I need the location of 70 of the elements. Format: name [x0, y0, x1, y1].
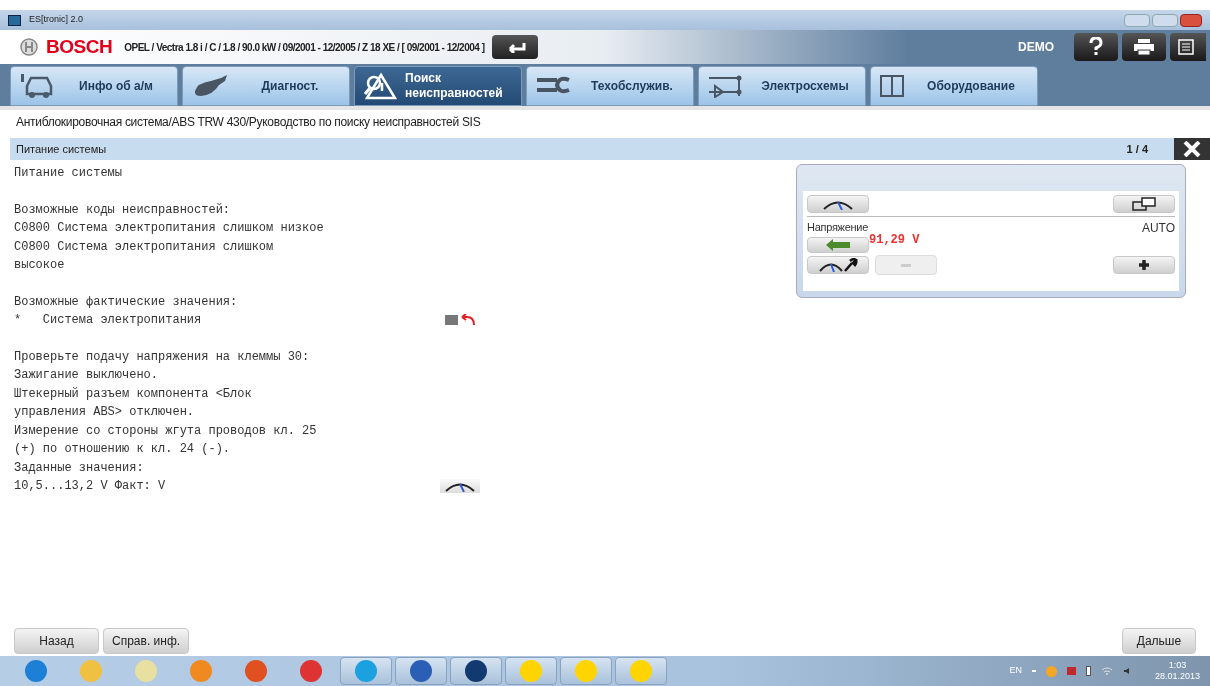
- window-title: ES[tronic] 2.0: [29, 13, 84, 27]
- instruction-text: Зажигание выключено.: [14, 367, 159, 384]
- next-button[interactable]: Дальше: [1122, 628, 1196, 654]
- instruction-text: Измерение со стороны жгута проводов кл. 25: [14, 422, 317, 440]
- app-icon: [8, 14, 21, 26]
- close-icon: [1183, 141, 1201, 157]
- minus-icon: [901, 263, 911, 267]
- nav-tab[interactable]: Диагност.: [182, 66, 350, 106]
- instruction-text: Проверьте подачу напряжения на клеммы 30:: [14, 348, 310, 366]
- nav-tab[interactable]: Инфо об а/м: [10, 66, 178, 106]
- instruction-text: Возможные фактические значения:: [14, 293, 238, 311]
- mode-label: AUTO: [1141, 220, 1175, 237]
- help-icon: [1089, 37, 1103, 57]
- warning-search-icon: [363, 72, 397, 100]
- taskbar-app-button[interactable]: [450, 657, 502, 685]
- gauge-button[interactable]: [807, 195, 869, 213]
- measurement-label: Напряжение: [807, 220, 869, 235]
- edit-undo-icon: [443, 314, 477, 327]
- footer-button[interactable]: Справ. инф.: [103, 628, 190, 654]
- wifi-icon: [1100, 667, 1113, 675]
- brand-name: BOSCH: [46, 34, 113, 59]
- nav-tab[interactable]: Техобслужив.: [526, 66, 694, 106]
- instruction-text: * Система электропитания: [14, 312, 202, 329]
- list-icon: [1178, 39, 1196, 55]
- taskbar-app-button[interactable]: [395, 657, 447, 685]
- speaker-icon: [1122, 667, 1131, 675]
- plus-button[interactable]: [1113, 256, 1175, 274]
- clock-date: 28.01.2013: [1154, 671, 1200, 682]
- battery-icon: [1085, 666, 1091, 676]
- measure-button[interactable]: [440, 479, 480, 494]
- language-indicator: EN: [1009, 664, 1022, 678]
- print-button[interactable]: [1122, 33, 1166, 61]
- help-button[interactable]: [1074, 33, 1118, 61]
- breadcrumb-path: Антиблокировочная система/ABS TRW 430/Руководство по поиску неисправностей SIS: [16, 114, 481, 131]
- plus-icon: [1138, 259, 1150, 271]
- left-arrow-icon: [825, 239, 851, 251]
- instruction-text: C0800 Система электропитания слишком: [14, 238, 274, 256]
- instruction-text: Питание системы: [14, 165, 123, 182]
- back-button[interactable]: [807, 237, 869, 253]
- menu-button[interactable]: [1170, 33, 1206, 61]
- nav-tab[interactable]: Поиск неисправностей: [354, 66, 522, 106]
- instruction-text: 10,5...13,2 V Факт: V: [14, 478, 166, 495]
- mode-label: DEMO: [1018, 39, 1054, 56]
- printer-icon: [1133, 39, 1155, 55]
- nav-tab[interactable]: Электросхемы: [698, 66, 866, 106]
- windows-button[interactable]: [1113, 195, 1175, 213]
- gauge-icon: [821, 198, 855, 210]
- instruction-text: C0800 Система электропитания слишком низкое: [14, 220, 324, 237]
- instruction-text: Заданные значения:: [14, 459, 144, 477]
- close-button[interactable]: [1180, 13, 1202, 27]
- gauge-icon: [443, 480, 477, 493]
- instruction-text: Возможные коды неисправностей:: [14, 201, 231, 219]
- book-icon: [879, 74, 905, 98]
- gauge-settings-button[interactable]: [807, 256, 869, 274]
- instruction-text: (+) по отношению к кл. 24 (-).: [14, 441, 231, 458]
- instruction-text: Штекерный разъем компонента <Блок: [14, 385, 252, 403]
- clock-time: 1:03: [1168, 660, 1187, 671]
- close-button[interactable]: [1174, 138, 1210, 160]
- voltage-reading: 91,29 V: [869, 232, 920, 249]
- nav-tab[interactable]: Оборудование: [870, 66, 1038, 106]
- vehicle-info: OPEL / Vectra 1.8 i / C / 1.8 / 90.0 kW / 09/2001 - 12/2005 / Z 18 XE / [ 09/2001 - 12/2004 ]: [124, 40, 485, 55]
- flag-icon: [1066, 667, 1076, 675]
- footer-button[interactable]: Назад: [14, 628, 99, 654]
- back-arrow-button[interactable]: [492, 35, 539, 59]
- instruction-text: управления ABS> отключен.: [14, 404, 195, 421]
- page-counter: 1 / 4: [1126, 141, 1148, 157]
- instruction-text: высокое: [14, 257, 65, 274]
- car-info-icon: [19, 72, 55, 100]
- windows-icon: [1132, 197, 1156, 211]
- section-title: Питание системы: [16, 141, 107, 157]
